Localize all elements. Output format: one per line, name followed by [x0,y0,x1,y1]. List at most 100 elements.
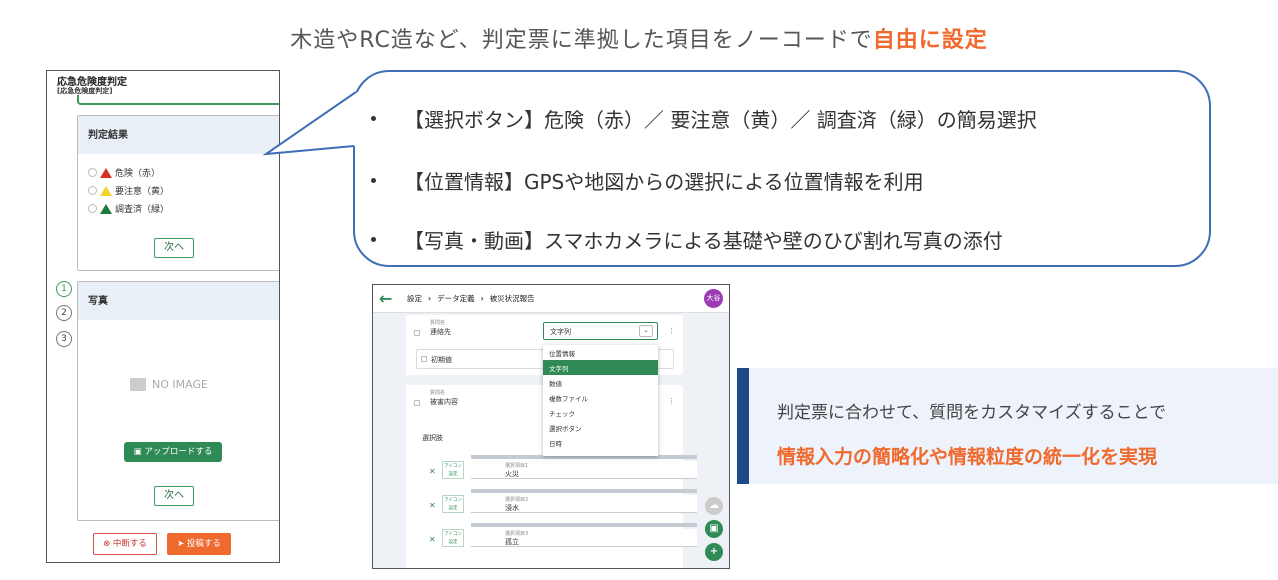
type-select-menu: 位置情報 文字列 数値 複数ファイル チェック 選択ボタン 日時 [543,345,658,456]
checkbox[interactable] [414,330,420,336]
feature-bubble: 【選択ボタン】危険（赤）／ 要注意（黄）／ 調査済（緑）の簡易選択 【位置情報】… [353,70,1211,267]
initial-value-label: 初期値 [431,356,452,364]
checkbox[interactable] [421,356,427,362]
suspend-label: 中断する [112,539,147,549]
no-image-label: NO IMAGE [152,378,208,391]
option-danger[interactable]: 危険（赤） [88,166,160,179]
chevron-right-icon: › [428,294,432,303]
no-image-placeholder: NO IMAGE [130,378,208,391]
menu-item[interactable]: 選択ボタン [543,420,658,435]
option-inspected[interactable]: 調査済（緑） [88,202,169,215]
choice-bar [471,489,697,493]
warning-green-icon [100,203,112,214]
question-name: 被害内容 [430,398,458,406]
headline-highlight: 自由に設定 [872,28,988,53]
avatar[interactable]: 大谷 [704,289,723,308]
upload-label: アップロードする [144,447,213,457]
menu-item[interactable]: 日時 [543,435,658,450]
app-settings-screen: ← 設定 › データ定義 › 被災状況報告 大谷 質問名 連絡先 ⋮ 初期値 質… [372,284,730,569]
previous-card-edge [77,95,279,105]
bubble-tail [262,90,362,156]
feature-text: 【選択ボタン】危険（赤）／ 要注意（黄）／ 調査済（緑）の簡易選択 [404,108,1037,132]
choice-field[interactable]: 選択項目3 孤立 [471,529,697,547]
back-arrow-icon[interactable]: ← [379,289,392,308]
radio-icon[interactable] [88,168,97,177]
choice-value: 火災 [505,470,519,478]
option-label: 調査済（緑） [115,205,170,215]
choice-field[interactable]: 選択項目1 火災 [471,461,697,479]
choice-row: ✕ アイコン設定 選択項目3 孤立 [425,523,697,555]
warning-yellow-icon [100,185,112,196]
send-icon: ➤ [177,539,187,549]
bullet-icon [371,178,376,183]
step-2[interactable]: 2 [56,305,72,321]
icon-settings-button[interactable]: アイコン設定 [442,529,464,547]
breadcrumb: 設定 › データ定義 › 被災状況報告 [407,293,535,304]
add-icon[interactable]: + [705,543,723,561]
feature-item: 【写真・動画】スマホカメラによる基礎や壁のひび割れ写真の添付 [371,225,1003,254]
choice-bar [471,523,697,527]
menu-item-selected[interactable]: 文字列 [543,360,658,375]
radio-icon[interactable] [88,204,97,213]
feature-text: 【位置情報】GPSや地図からの選択による位置情報を利用 [404,170,924,194]
question-name: 連絡先 [430,328,451,336]
step-3[interactable]: 3 [56,331,72,347]
judgement-result-card: 判定結果 ✓ 危険（赤） 要注意（黄） 調査済（緑） 次へ [77,115,279,271]
next-button[interactable]: 次へ [154,238,194,258]
delete-icon[interactable]: ✕ [429,501,436,510]
type-select[interactable]: 文字列 ⌄ [543,322,658,340]
checkbox[interactable] [414,400,420,406]
choice-value: 浸水 [505,504,519,512]
choice-caption: 選択項目2 [505,497,529,503]
upload-button[interactable]: ▣ アップロードする [124,442,222,462]
menu-item[interactable]: 複数ファイル [543,390,658,405]
more-vert-icon[interactable]: ⋮ [668,327,675,335]
chevron-right-icon: › [480,294,484,303]
delete-icon[interactable]: ✕ [429,467,436,476]
chevron-down-icon[interactable]: ⌄ [639,325,653,337]
post-button[interactable]: ➤ 投稿する [167,533,231,555]
image-icon [130,378,146,391]
option-caution[interactable]: 要注意（黄） [88,184,169,197]
save-icon[interactable]: ▣ [705,520,723,538]
suspend-button[interactable]: ⊗ 中断する [93,533,157,555]
app-topbar: ← 設定 › データ定義 › 被災状況報告 大谷 [373,285,729,313]
headline: 木造やRC造など、判定票に準拠した項目をノーコードで自由に設定 [0,22,1278,54]
type-select-value: 文字列 [550,328,571,336]
choices-label: 選択肢 [422,434,443,442]
option-label: 要注意（黄） [115,187,170,197]
headline-text: 木造やRC造など、判定票に準拠した項目をノーコードで [290,28,873,53]
choice-row: ✕ アイコン設定 選択項目2 浸水 [425,489,697,521]
question-caption: 質問名 [430,390,446,396]
next-button[interactable]: 次へ [154,486,194,506]
step-1[interactable]: 1 [56,281,72,297]
info-box: 判定票に合わせて、質問をカスタマイズすることで 情報入力の簡略化や情報粒度の統一… [737,368,1278,484]
choice-field[interactable]: 選択項目2 浸水 [471,495,697,513]
menu-item[interactable]: 数値 [543,375,658,390]
icon-settings-button[interactable]: アイコン設定 [442,461,464,479]
radio-icon[interactable] [88,186,97,195]
upload-icon: ▣ [133,447,145,457]
breadcrumb-item[interactable]: 設定 [407,293,422,304]
breadcrumb-item[interactable]: データ定義 [437,293,475,304]
breadcrumb-item: 被災状況報告 [489,294,535,303]
feature-item: 【選択ボタン】危険（赤）／ 要注意（黄）／ 調査済（緑）の簡易選択 [371,104,1037,133]
post-label: 投稿する [186,539,221,549]
choice-caption: 選択項目1 [505,463,529,469]
choice-row: ✕ アイコン設定 選択項目1 火災 [425,455,697,487]
menu-item[interactable]: 位置情報 [543,345,658,360]
card-header: 写真 [78,282,279,320]
menu-item[interactable]: チェック [543,405,658,420]
info-line-1: 判定票に合わせて、質問をカスタマイズすることで [777,403,1167,423]
cloud-upload-icon[interactable]: ☁ [705,497,723,515]
choice-caption: 選択項目3 [505,531,529,537]
phone-form-mockup: 応急危険度判定 [応急危険度判定] 判定結果 ✓ 危険（赤） 要注意（黄） 調査… [46,70,280,563]
icon-settings-button[interactable]: アイコン設定 [442,495,464,513]
bullet-icon [371,237,376,242]
card-header: 判定結果 [78,116,279,154]
delete-icon[interactable]: ✕ [429,535,436,544]
question-caption: 質問名 [430,320,446,326]
photo-card: 写真 ✓ NO IMAGE ▣ アップロードする 次へ [77,281,279,521]
stop-icon: ⊗ [103,539,113,549]
more-vert-icon[interactable]: ⋮ [668,397,675,405]
